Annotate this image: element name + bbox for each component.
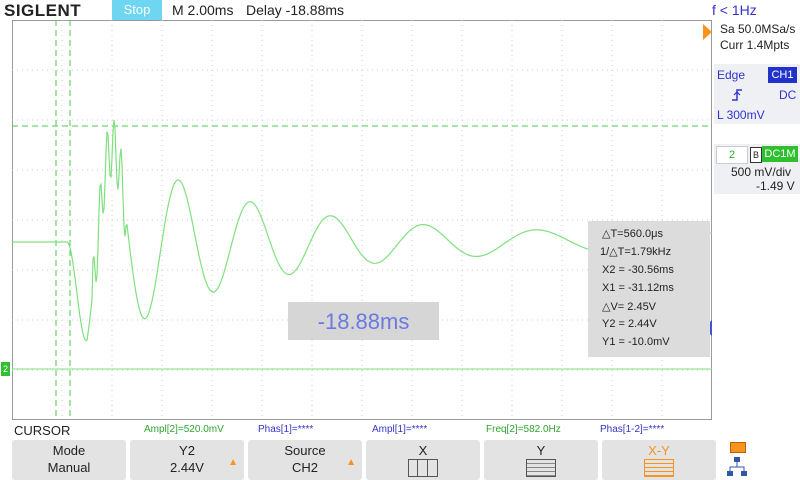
x1-readout: X1 = -31.12ms xyxy=(602,282,674,294)
rising-edge-icon xyxy=(732,89,742,101)
source-label: Source xyxy=(284,443,326,458)
y2-label: Y2 xyxy=(179,443,195,458)
trigger-position-marker xyxy=(703,24,712,40)
horizontal-cursors-icon xyxy=(526,459,556,477)
mode-softkey[interactable]: Mode Manual xyxy=(12,440,126,480)
trigger-source-badge: CH1 xyxy=(768,67,797,83)
menu-title: CURSOR xyxy=(14,423,71,438)
channel2-scale: 500 mV/div xyxy=(731,165,792,179)
adjust-arrow-icon: ▲ xyxy=(346,457,356,468)
x2-readout: X2 = -30.56ms xyxy=(602,264,674,276)
trigger-level: L 300mV xyxy=(717,108,765,122)
phas1-measurement: Phas[1]=**** xyxy=(258,424,314,435)
adjust-arrow-icon: ▲ xyxy=(228,457,238,468)
sample-rate: Sa 50.0MSa/s xyxy=(720,22,796,36)
y-cursor-softkey[interactable]: Y xyxy=(484,440,598,480)
y2-softkey[interactable]: Y2 2.44V ▲ xyxy=(130,440,244,480)
inverse-delta-t-readout: 1/△T=1.79kHz xyxy=(600,246,672,258)
battery-icon xyxy=(730,442,746,453)
x-cursor-softkey[interactable]: X xyxy=(366,440,480,480)
source-value: CH2 xyxy=(291,460,318,475)
channel2-number: 2 xyxy=(716,146,748,164)
channel2-offset: -1.49 V xyxy=(756,179,795,193)
trigger-type: Edge xyxy=(717,68,746,82)
mode-value: Manual xyxy=(47,460,91,475)
waveform-display[interactable] xyxy=(12,20,712,420)
vertical-cursors-icon xyxy=(408,459,438,477)
y1-readout: Y1 = -10.0mV xyxy=(602,336,670,348)
channel2-coupling: DC1M xyxy=(762,146,798,162)
ampl2-measurement: Ampl[2]=520.0mV xyxy=(144,424,224,435)
x-label: X xyxy=(418,443,428,458)
mode-label: Mode xyxy=(52,443,86,458)
xy-label: X-Y xyxy=(648,443,670,458)
trigger-coupling: DC xyxy=(779,88,797,102)
xy-cursor-softkey[interactable]: X-Y xyxy=(602,440,716,480)
y2-value: 2.44V xyxy=(170,460,204,475)
y2-readout: Y2 = 2.44V xyxy=(602,318,657,330)
bandwidth-limit-icon: B xyxy=(750,147,762,163)
network-icon xyxy=(727,457,747,476)
delay-readout: Delay -18.88ms xyxy=(246,2,345,18)
timebase-readout: M 2.00ms xyxy=(172,2,234,18)
xy-cursors-icon xyxy=(644,459,674,477)
y-label: Y xyxy=(536,443,546,458)
memory-depth: Curr 1.4Mpts xyxy=(720,38,790,52)
delta-v-readout: △V= 2.45V xyxy=(602,301,657,313)
source-softkey[interactable]: Source CH2 ▲ xyxy=(248,440,362,480)
siglent-logo: SIGLENT xyxy=(4,1,82,20)
ch2-ground-marker[interactable]: 2 xyxy=(1,362,10,376)
delay-overlay: -18.88ms xyxy=(288,302,439,340)
ampl1-measurement: Ampl[1]=**** xyxy=(372,424,428,435)
frequency-counter: f < 1Hz xyxy=(712,2,757,18)
freq2-measurement: Freq[2]=582.0Hz xyxy=(486,424,561,435)
phas12-measurement: Phas[1-2]=**** xyxy=(600,424,665,435)
delta-t-readout: △T=560.0μs xyxy=(602,228,663,240)
run-stop-indicator[interactable]: Stop xyxy=(112,0,162,20)
